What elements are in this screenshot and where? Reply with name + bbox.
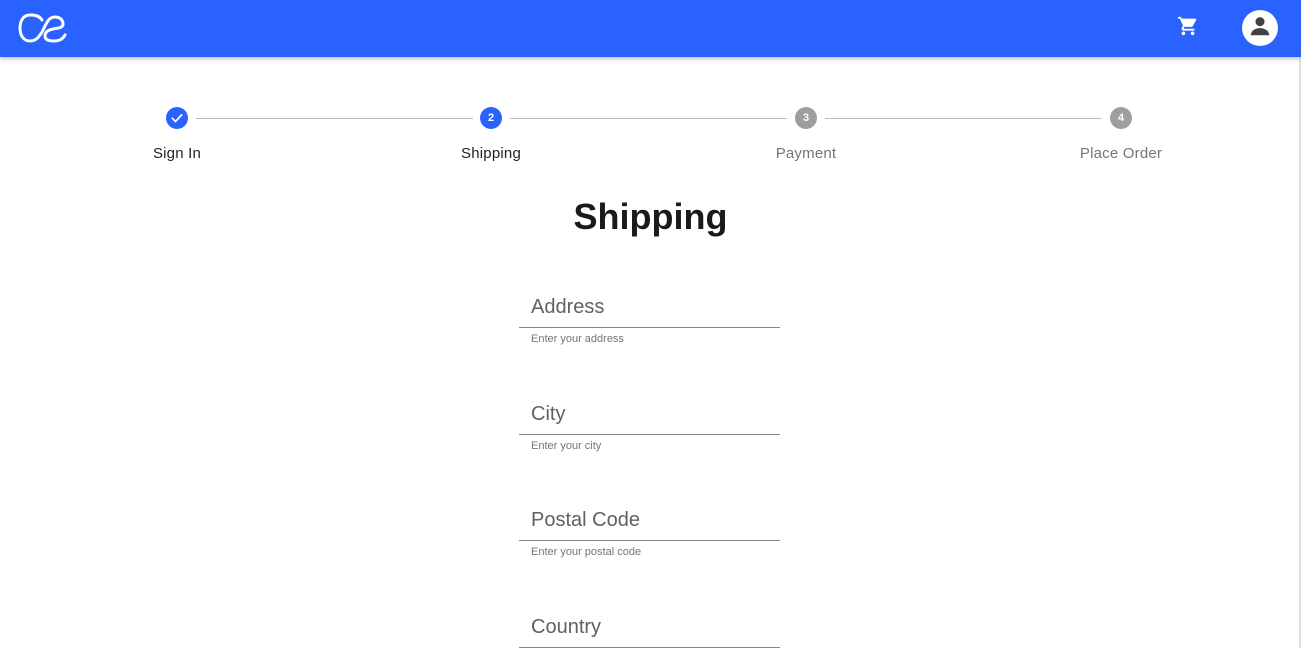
account-button[interactable] bbox=[1242, 10, 1278, 46]
step-label-place-order: Place Order bbox=[1079, 145, 1163, 162]
account-circle-icon bbox=[1247, 13, 1273, 44]
lastfm-logo-icon[interactable] bbox=[18, 12, 68, 44]
step-place-order-number: 4 bbox=[1110, 107, 1132, 129]
city-input[interactable] bbox=[519, 395, 780, 435]
address-input[interactable] bbox=[519, 288, 780, 328]
page-title: Shipping bbox=[573, 196, 728, 237]
city-helper-text: Enter your city bbox=[531, 440, 602, 452]
address-field: Enter your address bbox=[519, 288, 780, 345]
step-shipping-number: 2 bbox=[480, 107, 502, 129]
postal-code-helper-text: Enter your postal code bbox=[531, 546, 642, 558]
cart-button[interactable] bbox=[1172, 12, 1204, 44]
step-sign-in-check-icon bbox=[166, 107, 188, 129]
shopping-cart-icon bbox=[1177, 15, 1199, 42]
address-helper-text: Enter your address bbox=[531, 333, 624, 345]
step-connector bbox=[510, 118, 787, 119]
step-label-shipping: Shipping bbox=[461, 145, 521, 162]
step-payment-number: 3 bbox=[795, 107, 817, 129]
step-connector bbox=[825, 118, 1102, 119]
step-label-payment: Payment bbox=[775, 145, 837, 162]
step-label-sign-in: Sign In bbox=[152, 145, 202, 162]
app-bar bbox=[0, 0, 1301, 57]
postal-code-input[interactable] bbox=[519, 501, 780, 541]
country-input[interactable] bbox=[519, 608, 780, 648]
city-field: Enter your city bbox=[519, 395, 780, 452]
step-connector bbox=[196, 118, 473, 119]
country-field bbox=[519, 608, 780, 648]
postal-code-field: Enter your postal code bbox=[519, 501, 780, 558]
